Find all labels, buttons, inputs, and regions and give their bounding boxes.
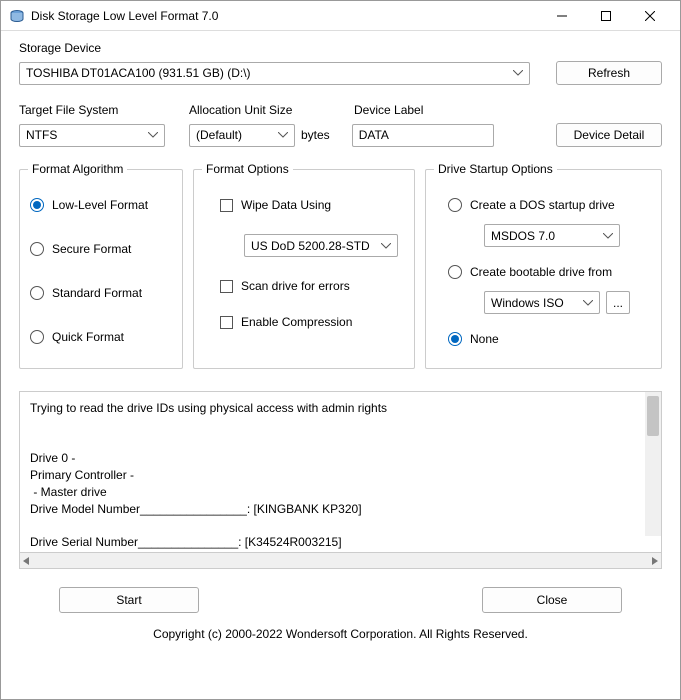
chevron-down-icon xyxy=(148,132,158,138)
wipe-method-value: US DoD 5200.28-STD xyxy=(251,239,370,253)
check-enable-compression[interactable]: Enable Compression xyxy=(220,315,396,329)
radio-quick-format[interactable]: Quick Format xyxy=(30,330,172,344)
browse-iso-button[interactable]: ... xyxy=(606,291,630,314)
target-fs-label: Target File System xyxy=(19,103,189,117)
chevron-down-icon xyxy=(278,132,288,138)
boot-source-value: Windows ISO xyxy=(491,296,564,310)
radio-off-icon xyxy=(448,198,462,212)
alloc-unit-label: bytes xyxy=(301,128,330,142)
radio-on-icon xyxy=(30,198,44,212)
format-options-legend: Format Options xyxy=(202,162,293,176)
start-button[interactable]: Start xyxy=(59,587,199,613)
chevron-down-icon xyxy=(603,233,613,239)
chevron-down-icon xyxy=(513,70,523,76)
radio-dos-drive[interactable]: Create a DOS startup drive xyxy=(448,198,645,212)
device-label-value: DATA xyxy=(359,128,389,142)
close-window-button[interactable] xyxy=(628,2,672,30)
radio-none[interactable]: None xyxy=(448,332,645,346)
format-algorithm-group: Format Algorithm Low-Level Format Secure… xyxy=(19,169,183,369)
radio-standard-format[interactable]: Standard Format xyxy=(30,286,172,300)
radio-secure-format[interactable]: Secure Format xyxy=(30,242,172,256)
checkbox-icon xyxy=(220,199,233,212)
device-label-input[interactable]: DATA xyxy=(352,124,494,147)
chevron-down-icon xyxy=(583,300,593,306)
format-options-group: Format Options Wipe Data Using US DoD 52… xyxy=(193,169,415,369)
scroll-thumb[interactable] xyxy=(647,396,659,436)
radio-low-level-format[interactable]: Low-Level Format xyxy=(30,198,172,212)
startup-options-group: Drive Startup Options Create a DOS start… xyxy=(425,169,662,369)
scroll-right-icon[interactable] xyxy=(652,557,658,565)
device-detail-button[interactable]: Device Detail xyxy=(556,123,662,147)
alloc-size-label: Allocation Unit Size xyxy=(189,103,354,117)
alloc-size-value: (Default) xyxy=(196,128,242,142)
wipe-method-select[interactable]: US DoD 5200.28-STD xyxy=(244,234,398,257)
copyright-text: Copyright (c) 2000-2022 Wondersoft Corpo… xyxy=(19,613,662,647)
format-algorithm-legend: Format Algorithm xyxy=(28,162,127,176)
radio-off-icon xyxy=(30,242,44,256)
target-fs-value: NTFS xyxy=(26,128,57,142)
minimize-button[interactable] xyxy=(540,2,584,30)
app-icon xyxy=(9,8,25,24)
startup-options-legend: Drive Startup Options xyxy=(434,162,557,176)
window-title: Disk Storage Low Level Format 7.0 xyxy=(31,9,540,23)
checkbox-icon xyxy=(220,316,233,329)
log-text: Trying to read the drive IDs using physi… xyxy=(30,400,651,551)
radio-off-icon xyxy=(30,330,44,344)
storage-device-label: Storage Device xyxy=(19,41,662,55)
titlebar: Disk Storage Low Level Format 7.0 xyxy=(1,1,680,31)
close-button[interactable]: Close xyxy=(482,587,622,613)
checkbox-icon xyxy=(220,280,233,293)
radio-off-icon xyxy=(30,286,44,300)
boot-source-select[interactable]: Windows ISO xyxy=(484,291,600,314)
radio-off-icon xyxy=(448,265,462,279)
storage-device-value: TOSHIBA DT01ACA100 (931.51 GB) (D:\) xyxy=(26,66,251,80)
chevron-down-icon xyxy=(381,243,391,249)
target-fs-select[interactable]: NTFS xyxy=(19,124,165,147)
refresh-button[interactable]: Refresh xyxy=(556,61,662,85)
storage-device-select[interactable]: TOSHIBA DT01ACA100 (931.51 GB) (D:\) xyxy=(19,62,530,85)
vertical-scrollbar[interactable] xyxy=(645,392,661,536)
horizontal-scrollbar[interactable] xyxy=(19,553,662,569)
scroll-left-icon[interactable] xyxy=(23,557,29,565)
radio-on-icon xyxy=(448,332,462,346)
radio-bootable-drive[interactable]: Create bootable drive from xyxy=(448,265,645,279)
check-wipe-data[interactable]: Wipe Data Using xyxy=(220,198,396,212)
log-output: Trying to read the drive IDs using physi… xyxy=(19,391,662,553)
check-scan-errors[interactable]: Scan drive for errors xyxy=(220,279,396,293)
dos-version-select[interactable]: MSDOS 7.0 xyxy=(484,224,620,247)
alloc-size-select[interactable]: (Default) xyxy=(189,124,295,147)
maximize-button[interactable] xyxy=(584,2,628,30)
device-label-label: Device Label xyxy=(354,103,556,117)
dos-version-value: MSDOS 7.0 xyxy=(491,229,555,243)
